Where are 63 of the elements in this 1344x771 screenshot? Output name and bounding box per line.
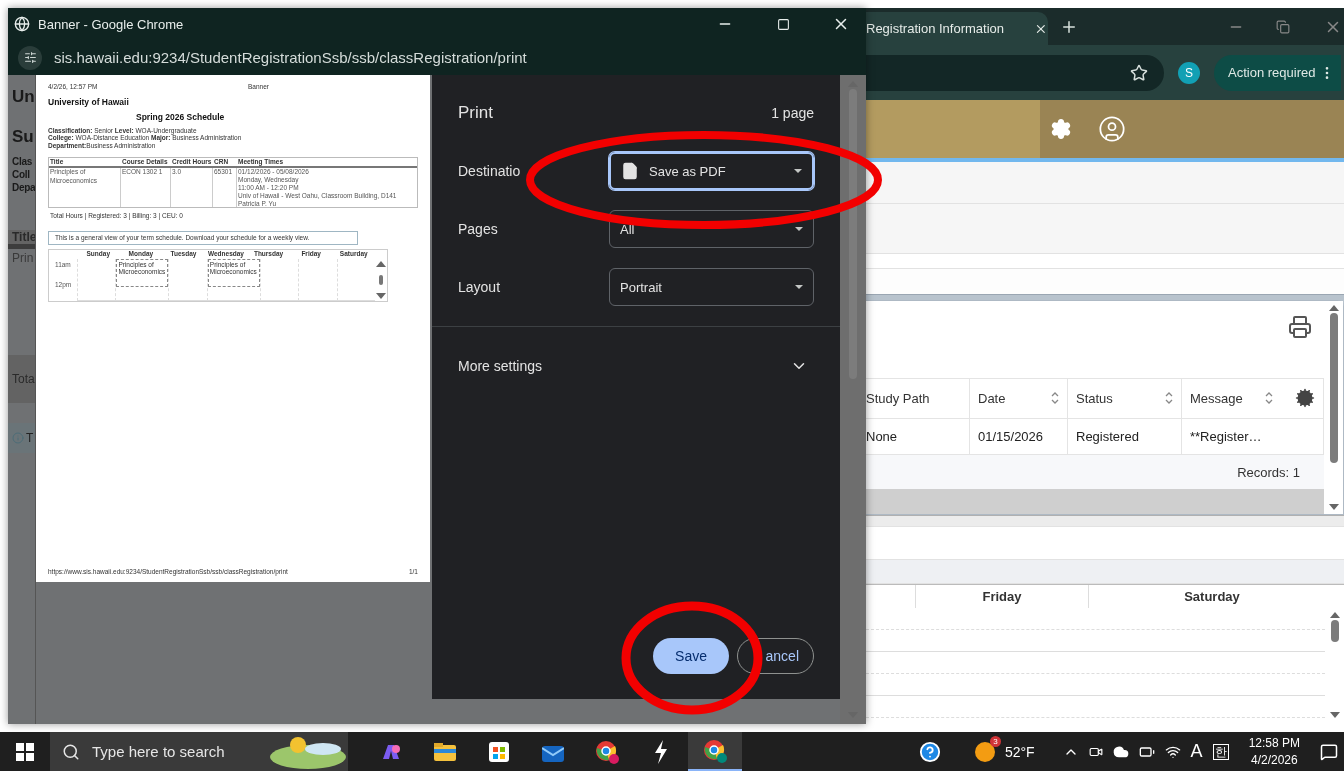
site-settings-icon[interactable]: [18, 45, 42, 70]
notifications-icon[interactable]: [1320, 742, 1338, 761]
notification-badge: 3: [989, 735, 1001, 747]
restore-icon[interactable]: [1276, 19, 1290, 34]
setting-label: Pages: [458, 221, 498, 237]
column-header[interactable]: Status: [1068, 377, 1182, 419]
flower-landscape-icon: [268, 734, 348, 769]
weather-icon[interactable]: [974, 741, 995, 762]
help-icon[interactable]: [918, 740, 941, 763]
clock[interactable]: 12:58 PM 4/2/2026: [1248, 735, 1300, 768]
dropdown[interactable]: All: [609, 210, 814, 248]
day-column: [298, 258, 337, 301]
clock-time: 12:58 PM: [1248, 735, 1300, 752]
search-icon: [62, 742, 80, 761]
page-text: Coll: [11, 168, 31, 181]
sort-icon[interactable]: [1051, 392, 1059, 405]
action-required-button[interactable]: Action required: [1214, 54, 1342, 91]
caret-icon: [795, 285, 803, 289]
ime-indicator[interactable]: 한: [1212, 743, 1229, 760]
page-text: Prin: [11, 251, 35, 265]
dropdown[interactable]: Save as PDF: [609, 152, 814, 190]
page-text: Tota: [12, 372, 35, 386]
column-header[interactable]: Message: [1182, 377, 1324, 419]
caret-icon: [795, 227, 803, 231]
browser-icon[interactable]: [688, 732, 742, 771]
info-icon: [12, 432, 24, 444]
horizontal-scrollbar[interactable]: [866, 515, 1344, 527]
records-count: Records: 1: [866, 454, 1324, 490]
sort-icon[interactable]: [1264, 392, 1273, 405]
page-text: Depa: [11, 181, 35, 194]
url-text: sis.hawaii.edu:9234/StudentRegistrationSsb/ssb/classRegistration/print: [54, 49, 527, 66]
document-icon: [621, 162, 639, 180]
window-title: Banner - Google Chrome: [38, 16, 185, 32]
setting-label: Layout: [458, 279, 501, 295]
more-settings-toggle[interactable]: More settings: [458, 327, 814, 405]
table-cell: Registered: [1068, 418, 1182, 455]
search-field[interactable]: Type here to search: [50, 732, 348, 771]
sort-icon[interactable]: [1165, 392, 1173, 405]
scrollbar[interactable]: [840, 75, 866, 724]
browser-tab[interactable]: Registration Information: [866, 12, 1048, 45]
dropdown[interactable]: Portrait: [609, 268, 814, 306]
clock-date: 4/2/2026: [1250, 751, 1298, 768]
page-count: 1 page: [771, 105, 814, 121]
caret-icon: [794, 169, 802, 173]
maximize-icon[interactable]: [776, 17, 790, 31]
setting-label: Destinatio: [458, 163, 521, 179]
save-button[interactable]: Save: [653, 638, 729, 674]
page-text: Su: [11, 127, 35, 147]
schedule-title: Spring 2026 Schedule: [136, 112, 226, 124]
table-cell: 01/15/2026: [970, 418, 1068, 455]
star-icon[interactable]: [1130, 63, 1148, 82]
university-title: University of Hawaii: [48, 97, 130, 109]
user-icon[interactable]: [1098, 115, 1126, 143]
printer-icon[interactable]: [1288, 315, 1312, 339]
page-text: T: [26, 431, 34, 445]
dialog-title: Print: [458, 103, 493, 123]
globe-icon: [14, 16, 30, 32]
page-text: Un: [11, 87, 35, 107]
settings-icon[interactable]: [1295, 388, 1315, 409]
column-header[interactable]: Date: [970, 377, 1068, 419]
page-text: Clas: [11, 155, 33, 168]
temperature: 52°F: [1004, 743, 1035, 760]
input-mode[interactable]: A: [1190, 741, 1203, 762]
